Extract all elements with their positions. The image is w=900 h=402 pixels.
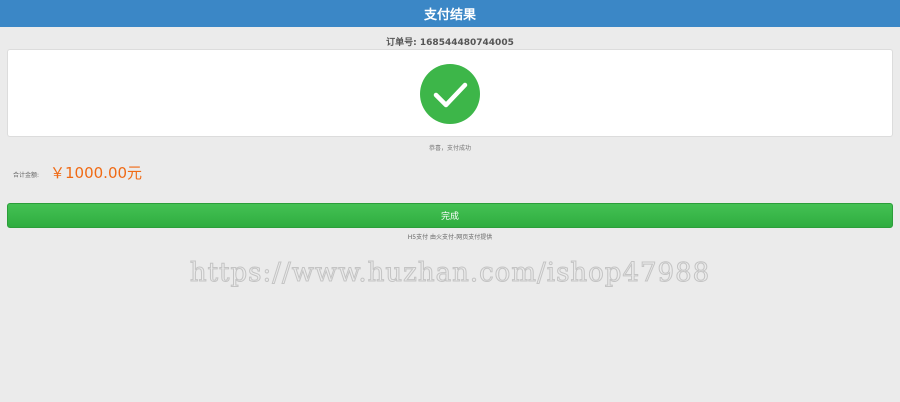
done-button[interactable]: 完成 [7, 203, 893, 228]
check-circle-icon [420, 64, 480, 124]
order-number-label: 订单号: [386, 38, 417, 48]
provider-text: H5支付 由火支付-网页支付提供 [407, 234, 493, 241]
result-panel [7, 49, 893, 137]
order-number-value: 168544480744005 [419, 38, 514, 48]
order-number-line: 订单号: 168544480744005 [0, 35, 900, 48]
page-title: 支付结果 [423, 8, 476, 23]
payment-status-text: 恭喜，支付成功 [428, 145, 471, 152]
header-bar: 支付结果 [0, 0, 900, 27]
watermark-text: https://www.huzhan.com/ishop47988 [189, 258, 711, 289]
amount-value: ￥1000.00元 [50, 164, 143, 182]
amount-label: 合计金额: [13, 172, 40, 179]
done-button-label: 完成 [440, 212, 459, 222]
